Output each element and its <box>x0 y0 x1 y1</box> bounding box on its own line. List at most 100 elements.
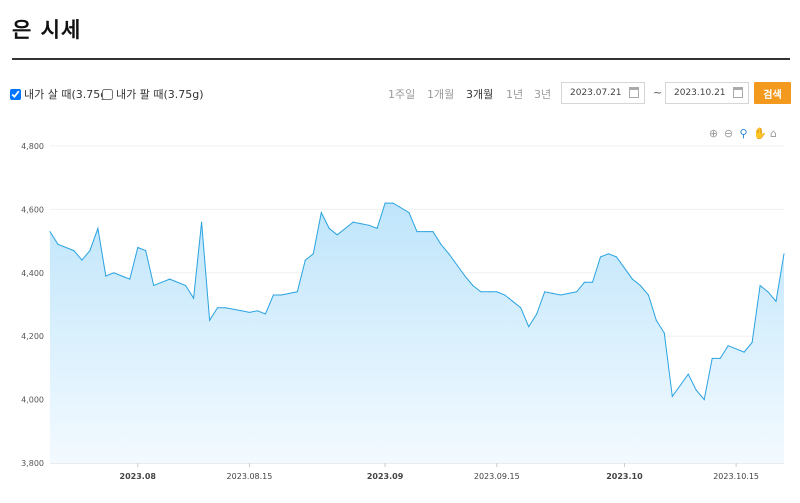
date-range-separator: ~ <box>653 86 663 99</box>
data-point <box>671 395 673 397</box>
buy-price-checkbox[interactable] <box>10 88 21 100</box>
data-point <box>304 259 306 261</box>
x-axis-ticks: 2023.08 2023.08.15 2023.09 2023.09.15 2023.1… <box>120 463 759 481</box>
data-point <box>296 291 298 293</box>
y-tick-label: 4,200 <box>21 332 44 341</box>
data-point <box>464 275 466 277</box>
data-point <box>272 294 274 296</box>
data-point <box>240 310 243 312</box>
y-tick-label: 4,800 <box>21 142 44 151</box>
x-tick-label: 2023.10.15 <box>713 472 759 481</box>
data-point <box>655 319 657 321</box>
period-3-months[interactable]: 3개월 <box>466 86 493 102</box>
data-point <box>81 259 83 261</box>
data-point <box>113 272 115 274</box>
x-tick-label: 2023.09.15 <box>474 472 520 481</box>
data-point <box>145 250 147 252</box>
data-point <box>193 297 195 299</box>
data-point <box>89 250 91 252</box>
data-point <box>328 227 330 229</box>
y-tick-label: 3,800 <box>21 459 44 468</box>
data-point <box>583 281 586 283</box>
data-point <box>392 202 394 204</box>
data-point <box>496 291 498 293</box>
data-point <box>536 313 538 315</box>
data-point <box>727 345 729 347</box>
data-point <box>49 231 51 233</box>
data-point <box>448 253 450 255</box>
data-point <box>256 310 258 312</box>
data-point <box>376 227 378 229</box>
data-point <box>695 389 697 391</box>
data-point <box>224 307 227 309</box>
data-point <box>248 311 251 313</box>
data-point <box>209 319 211 321</box>
data-point <box>352 221 354 223</box>
data-point <box>73 250 75 252</box>
calendar-icon[interactable] <box>733 87 743 98</box>
price-chart: 3,8004,0004,2004,4004,6004,800 2023.08 20… <box>21 142 785 481</box>
data-point <box>504 294 506 296</box>
data-point <box>416 231 418 233</box>
data-point <box>97 227 99 229</box>
x-tick-label: 2023.09 <box>367 472 404 481</box>
y-tick-label: 4,000 <box>21 396 44 405</box>
start-date-value: 2023.07.21 <box>570 88 622 98</box>
y-tick-label: 4,400 <box>21 269 44 278</box>
data-point <box>576 291 578 293</box>
data-point <box>320 212 322 214</box>
data-point <box>703 399 705 401</box>
data-point <box>440 243 442 245</box>
data-point <box>560 294 562 296</box>
data-point <box>129 278 131 280</box>
buy-price-option[interactable]: 내가 살 때(3.75g) <box>10 86 112 102</box>
data-point <box>137 246 139 248</box>
x-tick-label: 2023.10 <box>606 472 643 481</box>
buy-price-label: 내가 살 때(3.75g) <box>24 88 112 101</box>
data-point <box>424 231 426 233</box>
data-point <box>631 278 634 280</box>
start-date-field[interactable]: 2023.07.21 <box>561 82 645 104</box>
page-title: 은 시세 <box>12 18 82 42</box>
period-1-month[interactable]: 1개월 <box>427 86 454 102</box>
data-point <box>161 281 163 283</box>
data-point <box>488 291 490 293</box>
x-tick-label: 2023.08.15 <box>227 472 273 481</box>
data-point <box>153 284 155 287</box>
y-tick-label: 4,600 <box>21 205 44 214</box>
data-point <box>775 300 777 302</box>
data-point <box>647 294 650 296</box>
series-layer <box>49 202 785 463</box>
data-point <box>719 357 721 359</box>
sell-price-option[interactable]: 내가 팔 때(3.75g) <box>102 86 204 102</box>
data-point <box>368 224 370 226</box>
sell-price-checkbox[interactable] <box>102 88 113 100</box>
search-button[interactable]: 검색 <box>754 82 791 104</box>
data-point <box>520 307 522 309</box>
data-point <box>687 373 689 375</box>
data-point <box>639 284 642 287</box>
data-point <box>599 256 602 258</box>
data-point <box>607 253 610 255</box>
end-date-value: 2023.10.21 <box>674 88 726 98</box>
end-date-field[interactable]: 2023.10.21 <box>665 82 749 104</box>
data-point <box>759 284 761 287</box>
period-1-week[interactable]: 1주일 <box>388 86 415 102</box>
data-point <box>312 253 314 255</box>
data-point <box>751 341 753 344</box>
data-point <box>480 291 482 293</box>
y-axis-ticks: 3,800 4,000 4,200 4,400 4,600 4,800 <box>21 142 44 468</box>
data-point <box>216 307 219 309</box>
period-1-year[interactable]: 1년 <box>506 86 523 102</box>
data-point <box>201 221 203 223</box>
price-area <box>50 203 784 463</box>
data-point <box>615 256 618 258</box>
calendar-icon[interactable] <box>629 87 639 98</box>
data-point <box>552 292 554 294</box>
data-point <box>360 223 362 225</box>
data-point <box>432 231 434 233</box>
title-divider <box>12 58 790 60</box>
period-3-years[interactable]: 3년 <box>534 86 551 102</box>
data-point <box>121 275 123 277</box>
data-point <box>472 284 474 287</box>
